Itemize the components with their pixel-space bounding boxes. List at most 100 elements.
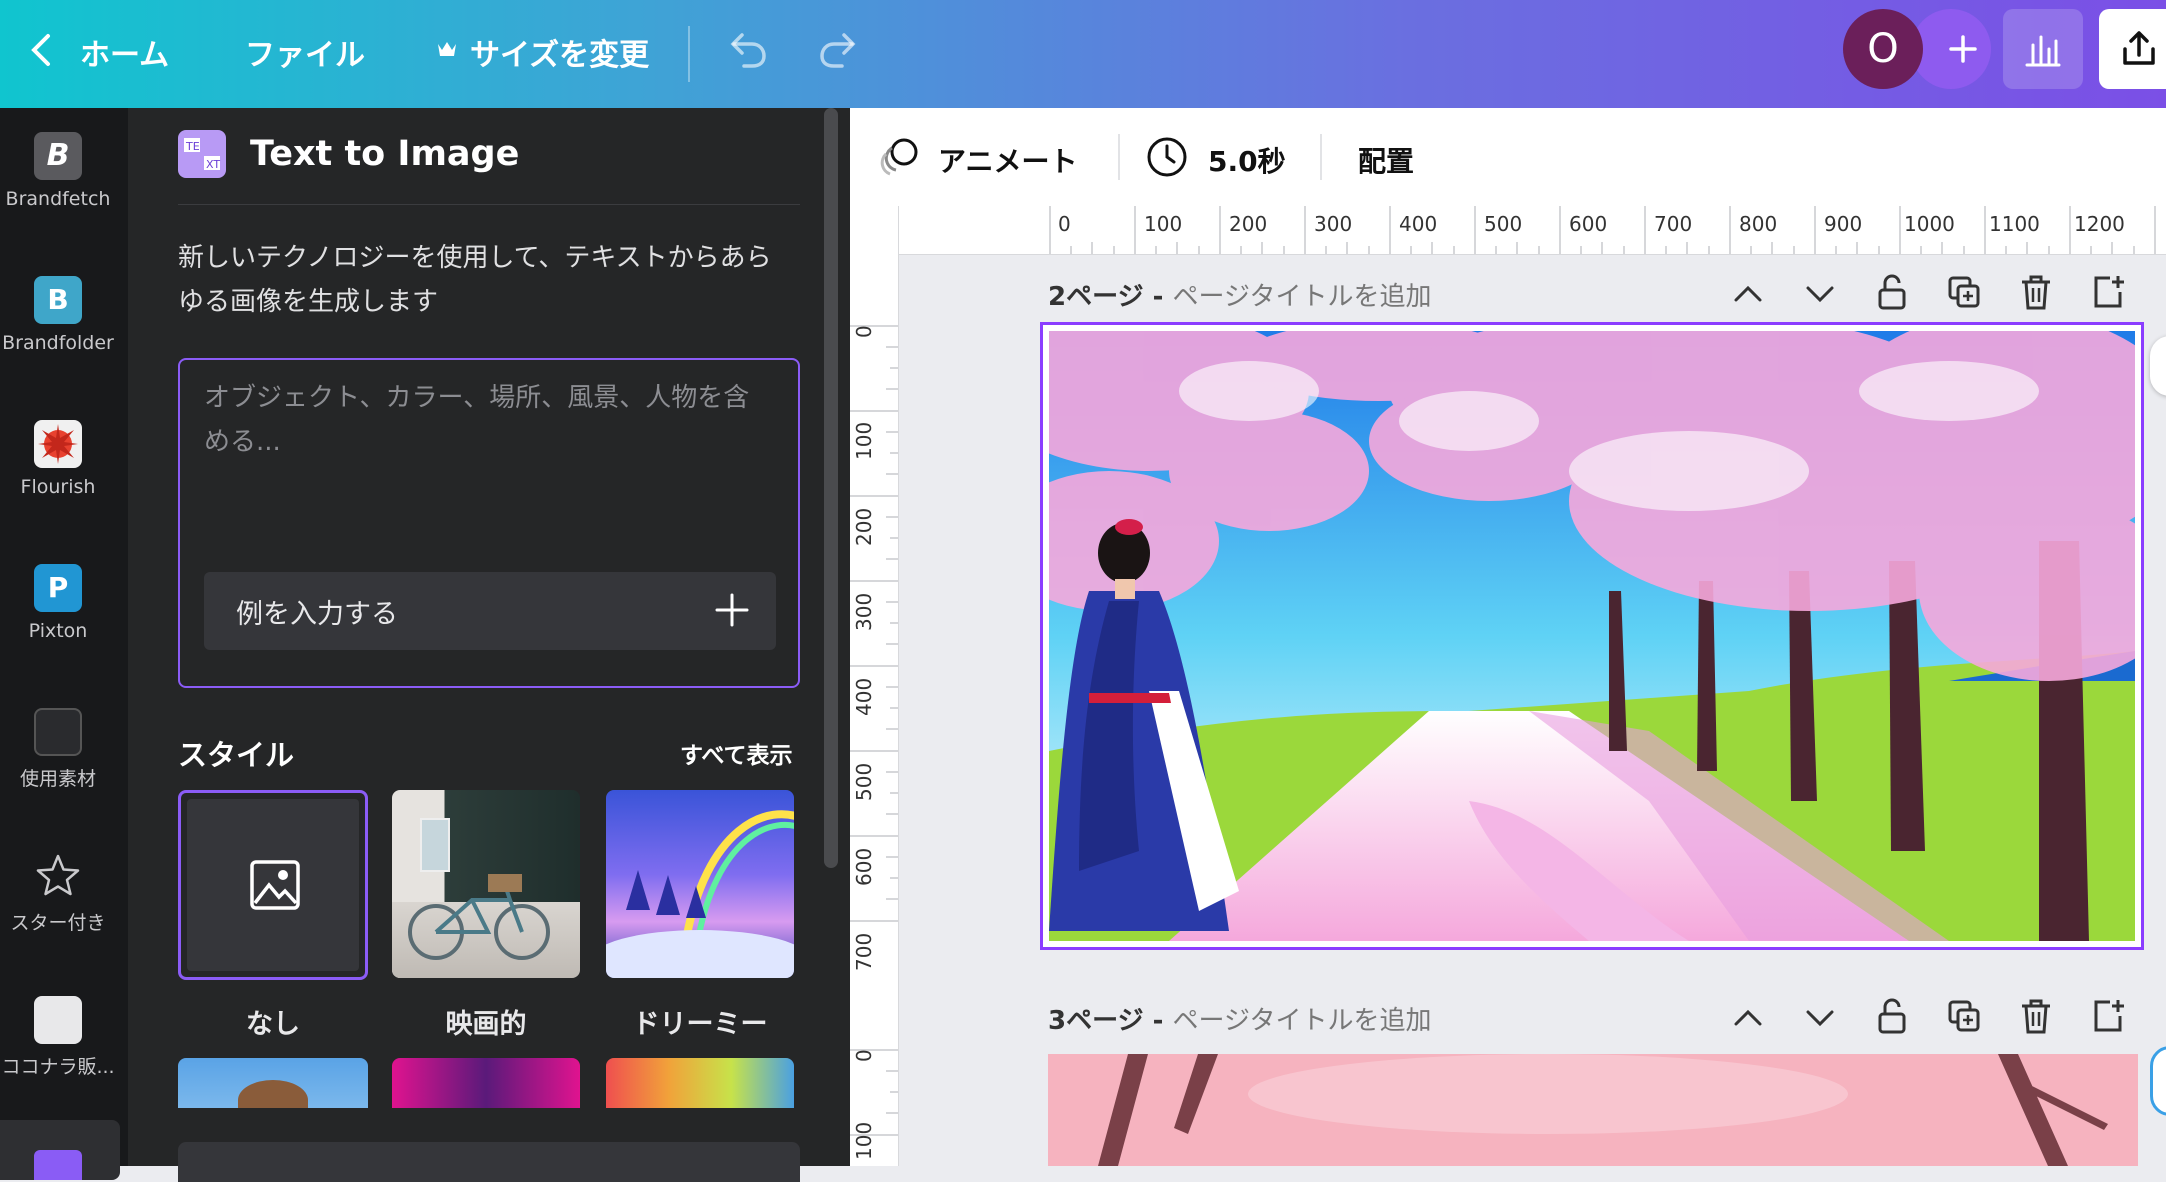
ruler-tick-label: 0 xyxy=(852,1049,876,1062)
chevron-left-icon[interactable] xyxy=(28,32,54,68)
redo-icon[interactable] xyxy=(818,30,860,70)
style-option-label: 映画的 xyxy=(445,1009,527,1040)
file-menu-button[interactable]: ファイル xyxy=(245,30,365,74)
user-avatar[interactable]: O xyxy=(1843,9,1923,89)
page-2-title[interactable]: 2ページ - ページタイトルを追加 xyxy=(1048,276,1431,313)
ruler-tick-label: 600 xyxy=(852,847,876,886)
share-button[interactable] xyxy=(2099,9,2166,89)
add-collaborator-button[interactable] xyxy=(1911,9,1991,89)
cherry-blossom-image[interactable] xyxy=(1049,331,2135,941)
rainbow-landscape-icon xyxy=(606,810,794,978)
rail-item-starred[interactable]: スター付き xyxy=(0,852,116,935)
text-to-image-panel: TE XT Text to Image 新しいテクノロジーを使用して、テキストから… xyxy=(128,108,850,1182)
rail-item-label: 使用素材 xyxy=(19,768,96,790)
resize-button[interactable]: サイズを変更 xyxy=(470,30,649,74)
cherry-blossom-image[interactable] xyxy=(1048,1054,2138,1166)
brandfetch-icon: B xyxy=(34,132,82,180)
rail-item-label: ココナラ販... xyxy=(1,1056,115,1078)
page-title-placeholder[interactable]: ページタイトルを追加 xyxy=(1172,282,1431,312)
page-number-label: 3ページ - xyxy=(1048,1006,1164,1036)
prompt-input[interactable]: オブジェクト、カラー、場所、風景、人物を含める... xyxy=(204,376,774,464)
page-number-label: 2ページ - xyxy=(1048,282,1164,312)
page-title-placeholder[interactable]: ページタイトルを追加 xyxy=(1172,1006,1431,1036)
rail-item-brandfetch[interactable]: B Brandfetch xyxy=(0,132,116,210)
svg-text:TE: TE xyxy=(185,140,200,153)
page-control-circle[interactable] xyxy=(2150,336,2166,396)
unlock-icon[interactable] xyxy=(1872,996,1912,1036)
style-option-dreamy[interactable] xyxy=(606,790,794,978)
plus-icon xyxy=(715,593,749,627)
pixton-icon: P xyxy=(34,564,82,612)
ruler-tick-label: 700 xyxy=(852,932,876,971)
add-page-icon[interactable] xyxy=(2088,996,2128,1036)
divider xyxy=(1320,134,1322,180)
star-icon xyxy=(36,854,80,896)
ruler-tick-label: 400 xyxy=(852,677,876,716)
trash-icon[interactable] xyxy=(2016,272,2056,312)
flourish-icon xyxy=(34,420,82,468)
rail-item-flourish[interactable]: Flourish xyxy=(0,420,116,498)
page-control-circle[interactable] xyxy=(2150,1046,2166,1116)
style-option-none[interactable] xyxy=(178,790,368,980)
chevron-up-icon[interactable] xyxy=(1728,274,1768,314)
rail-item-label: Brandfolder xyxy=(2,332,114,354)
page-2-canvas[interactable] xyxy=(1040,322,2144,950)
ruler-tick-label: 300 xyxy=(852,592,876,631)
rail-item-brandfolder[interactable]: B Brandfolder xyxy=(0,276,116,354)
divider xyxy=(688,26,690,82)
vertical-ruler: 0 100 200 300 400 500 600 700 0 100 xyxy=(850,254,899,1166)
style-option-label: ドリーミー xyxy=(632,1009,768,1040)
duplicate-page-icon[interactable] xyxy=(1944,996,1984,1036)
ruler-tick-label: 100 xyxy=(852,421,876,460)
page-3-canvas[interactable] xyxy=(1048,1054,2138,1166)
page-3-title[interactable]: 3ページ - ページタイトルを追加 xyxy=(1048,1000,1431,1037)
prompt-box[interactable]: オブジェクト、カラー、場所、風景、人物を含める... 例を入力する xyxy=(178,358,800,688)
chevron-down-icon[interactable] xyxy=(1800,274,1840,314)
generate-button[interactable] xyxy=(178,1142,800,1182)
ruler-tick-label: 100 xyxy=(852,1121,876,1160)
animate-button[interactable]: アニメート xyxy=(938,140,1077,180)
panel-description: 新しいテクノロジーを使用して、テキストからあらゆる画像を生成します xyxy=(178,243,772,317)
add-page-icon[interactable] xyxy=(2088,272,2128,312)
rail-item-coconala[interactable]: ココナラ販... xyxy=(0,996,116,1079)
used-assets-icon xyxy=(34,708,82,756)
bicycle-image-icon xyxy=(408,874,550,960)
rail-item-used-assets[interactable]: 使用素材 xyxy=(0,708,116,791)
trash-icon[interactable] xyxy=(2016,996,2056,1036)
apps-rail: B Brandfetch B Brandfolder Flourish P Pi… xyxy=(0,108,128,1180)
duplicate-page-icon[interactable] xyxy=(1944,272,1984,312)
undo-icon[interactable] xyxy=(726,30,768,70)
chevron-down-icon[interactable] xyxy=(1800,998,1840,1038)
ruler-tick-label: 500 xyxy=(852,762,876,801)
upload-icon xyxy=(2123,31,2155,65)
plus-icon xyxy=(1949,35,1977,63)
example-input-button[interactable]: 例を入力する xyxy=(204,572,776,650)
rail-item-pixton[interactable]: P Pixton xyxy=(0,564,116,642)
style-option-cinematic[interactable] xyxy=(392,790,580,978)
show-all-link[interactable]: すべて表示 xyxy=(680,736,792,770)
brandfolder-icon: B xyxy=(34,276,82,324)
arrange-button[interactable]: 配置 xyxy=(1358,140,1414,180)
clock-icon xyxy=(1147,137,1187,177)
rail-item-label: Flourish xyxy=(20,476,96,498)
style-option-thumbnail[interactable] xyxy=(606,1058,794,1108)
editor-toolbar: アニメート 5.0秒 配置 xyxy=(850,108,2166,207)
insights-button[interactable] xyxy=(2003,9,2083,89)
rail-item-label: Brandfetch xyxy=(5,188,111,210)
text-to-image-logo-icon: TE XT xyxy=(178,130,226,178)
style-option-thumbnail[interactable] xyxy=(392,1058,580,1108)
ruler-tick-label: 0 xyxy=(852,325,876,338)
panel-scrollbar[interactable] xyxy=(824,108,838,868)
style-option-thumbnail[interactable] xyxy=(178,1058,368,1108)
style-heading: スタイル xyxy=(178,738,295,772)
home-button[interactable]: ホーム xyxy=(80,30,169,74)
animate-icon xyxy=(880,138,918,176)
duration-button[interactable]: 5.0秒 xyxy=(1208,140,1286,180)
ruler-ticks xyxy=(1049,206,2156,254)
horizontal-ruler: 0 100 200 300 400 500 600 700 800 900 10… xyxy=(850,206,2166,255)
rail-item-text-to-image-active[interactable] xyxy=(0,1120,120,1180)
ruler-tick-label: 200 xyxy=(852,507,876,546)
unlock-icon[interactable] xyxy=(1872,272,1912,312)
chevron-up-icon[interactable] xyxy=(1728,998,1768,1038)
image-icon xyxy=(250,860,300,910)
